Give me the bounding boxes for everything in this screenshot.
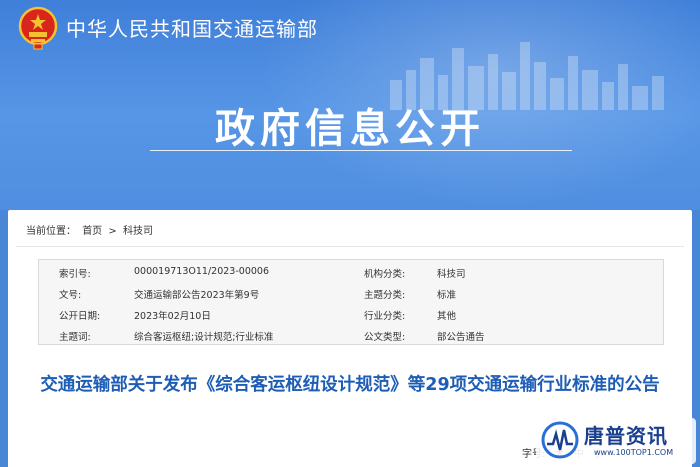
- publish-date-label: 公开日期:: [59, 311, 101, 322]
- agency-category-value: 科技司: [437, 269, 466, 280]
- keywords-value: 综合客运枢纽;设计规范;行业标准: [134, 332, 274, 343]
- breadcrumb-separator: >: [108, 226, 117, 237]
- title-underline: [150, 150, 572, 151]
- document-type-label: 公文类型:: [364, 332, 406, 343]
- divider: [16, 246, 684, 247]
- document-metadata-table: 索引号: 000019713O11/2023-00006 机构分类: 科技司 文…: [38, 259, 664, 345]
- breadcrumb: 当前位置： 首页 > 科技司: [26, 222, 156, 237]
- document-number-value: 交通运输部公告2023年第9号: [134, 290, 260, 301]
- ministry-name[interactable]: 中华人民共和国交通运输部: [66, 13, 318, 42]
- breadcrumb-prefix: 当前位置：: [26, 226, 76, 237]
- metadata-row: 文号: 交通运输部公告2023年第9号 主题分类: 标准: [39, 282, 663, 303]
- metadata-row: 索引号: 000019713O11/2023-00006 机构分类: 科技司: [39, 261, 663, 282]
- index-number-value: 000019713O11/2023-00006: [134, 266, 269, 277]
- watermark-url: www.100TOP1.COM: [594, 448, 674, 457]
- document-number-label: 文号:: [59, 290, 82, 301]
- watermark: 唐普资讯 www.100TOP1.COM: [536, 418, 696, 464]
- keywords-label: 主题词:: [59, 332, 91, 343]
- agency-category-label: 机构分类:: [364, 269, 406, 280]
- industry-category-value: 其他: [437, 311, 457, 322]
- index-number-label: 索引号:: [59, 269, 91, 280]
- breadcrumb-home-link[interactable]: 首页: [82, 226, 102, 237]
- banner-title: 政府信息公开: [215, 106, 485, 152]
- metadata-row: 主题词: 综合客运枢纽;设计规范;行业标准 公文类型: 部公告通告: [39, 324, 663, 345]
- metadata-row: 公开日期: 2023年02月10日 行业分类: 其他: [39, 303, 663, 324]
- industry-category-label: 行业分类:: [364, 311, 406, 322]
- subject-category-value: 标准: [437, 290, 457, 301]
- tangpu-logo-icon: [541, 421, 579, 459]
- watermark-name: 唐普资讯: [584, 424, 668, 448]
- document-title: 交通运输部关于发布《综合客运枢纽设计规范》等29项交通运输行业标准的公告: [40, 375, 660, 395]
- document-type-value: 部公告通告: [437, 332, 485, 343]
- header-banner: 中华人民共和国交通运输部 政府信息公开: [0, 0, 700, 210]
- national-emblem-icon: [18, 6, 58, 50]
- publish-date-value: 2023年02月10日: [134, 311, 211, 322]
- breadcrumb-current-link[interactable]: 科技司: [123, 226, 153, 237]
- subject-category-label: 主题分类:: [364, 290, 406, 301]
